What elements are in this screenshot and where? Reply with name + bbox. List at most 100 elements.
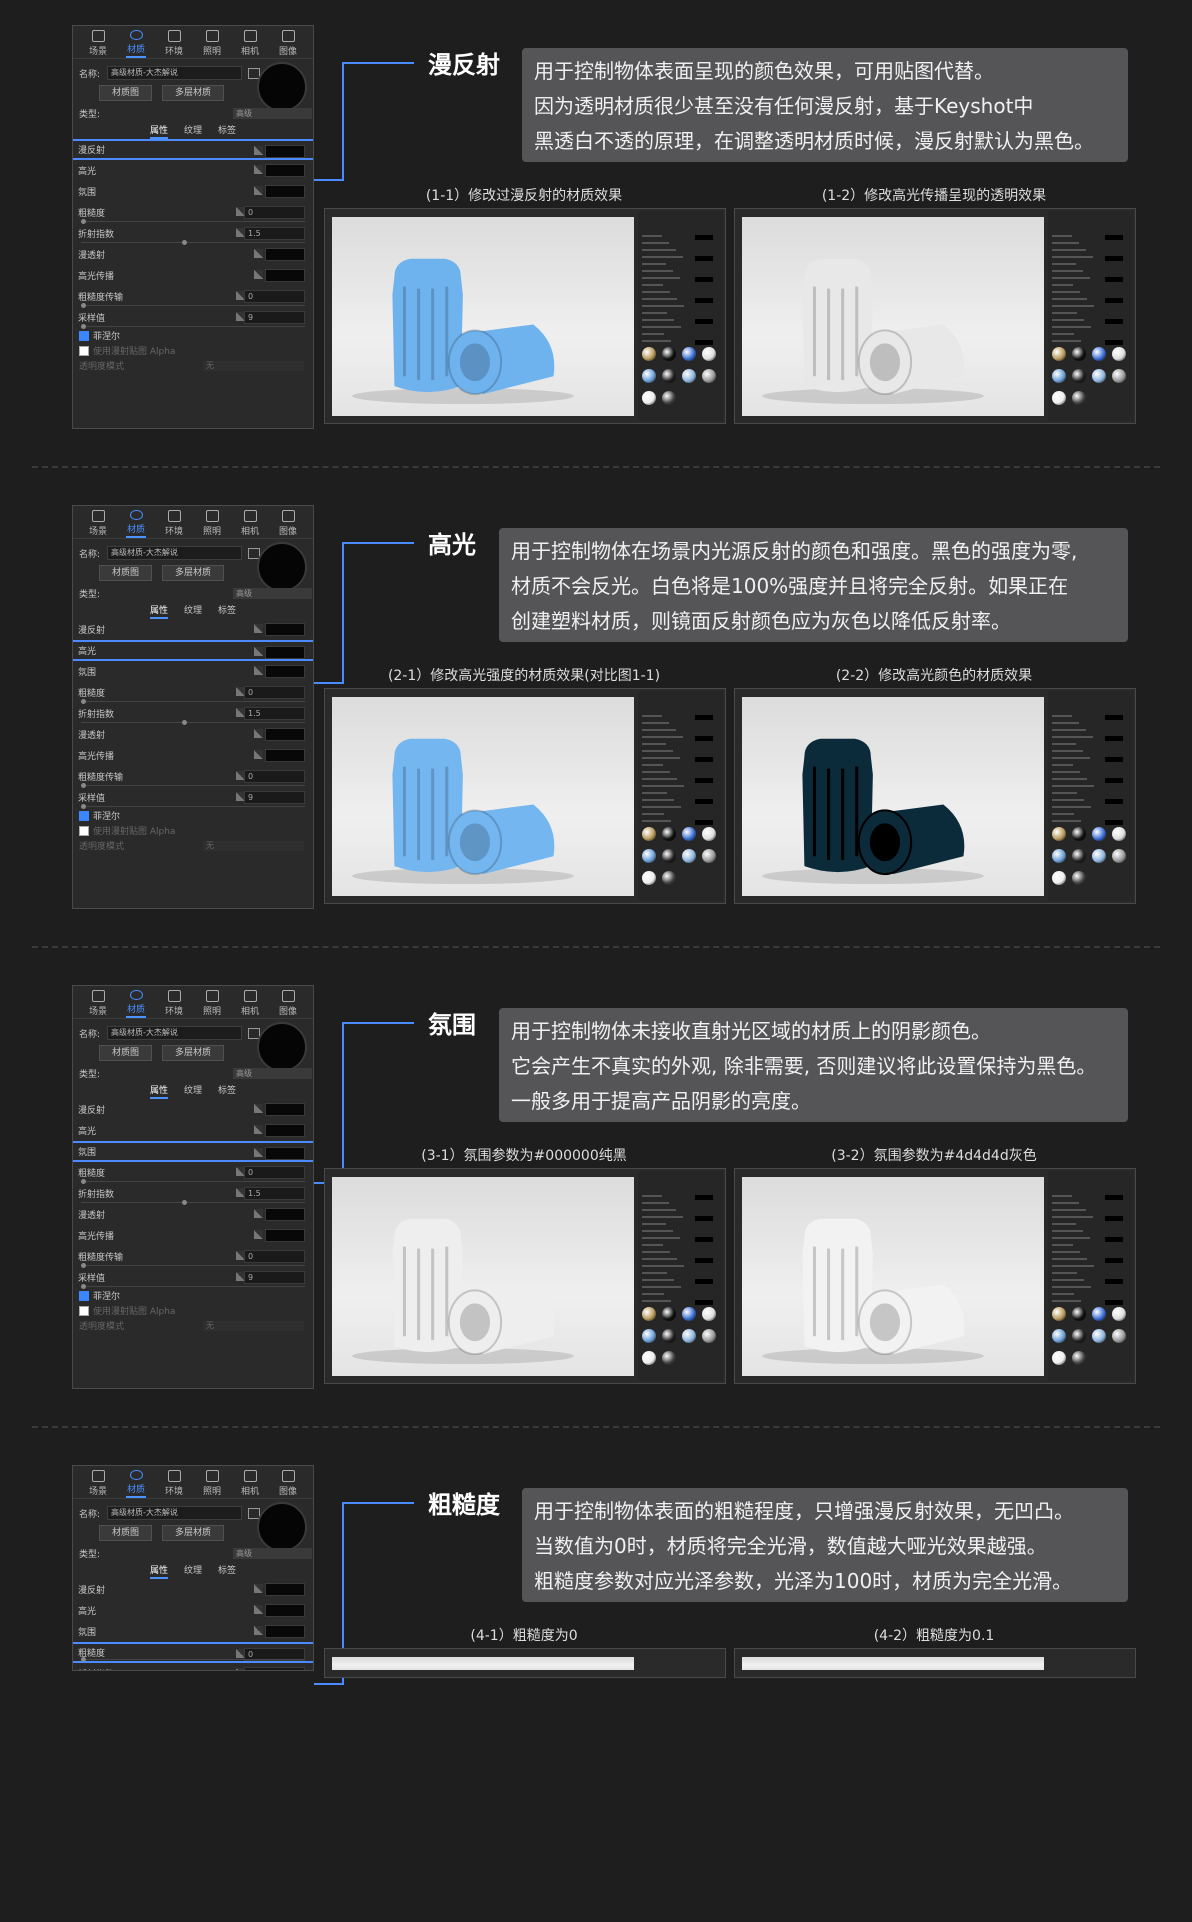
param-samples[interactable]: 采样值 9 [73, 787, 313, 809]
param-specular-transmission[interactable]: 高光传播 [73, 1225, 313, 1246]
subtab-properties[interactable]: 属性 [149, 603, 168, 619]
param-specular-transmission[interactable]: 高光传播 [73, 745, 313, 766]
texture-icon[interactable] [254, 270, 263, 279]
subtab-properties[interactable]: 属性 [149, 1083, 168, 1099]
param-slider[interactable] [81, 1179, 305, 1184]
texture-icon[interactable] [254, 647, 263, 656]
param-diffuse[interactable]: 漫反射 [73, 139, 313, 160]
alpha-checkbox-row[interactable]: 使用漫射贴图 Alpha [73, 1303, 313, 1318]
value-field[interactable]: 1.5 [244, 227, 305, 240]
color-swatch[interactable] [265, 1147, 305, 1160]
texture-icon[interactable] [254, 1605, 263, 1614]
slider-knob[interactable] [81, 324, 86, 329]
value-field[interactable]: 0 [244, 206, 305, 219]
use-alpha-checkbox[interactable] [79, 825, 89, 836]
color-swatch[interactable] [265, 749, 305, 762]
tab-environment[interactable]: 环境 [157, 510, 191, 538]
value-field[interactable]: 0 [244, 1250, 305, 1263]
color-swatch[interactable] [265, 1103, 305, 1116]
param-samples[interactable]: 采样值 9 [73, 307, 313, 329]
tab-environment[interactable]: 环境 [157, 1470, 191, 1498]
param-diffuse[interactable]: 漫反射 [73, 1099, 313, 1120]
subtab-properties[interactable]: 属性 [149, 123, 168, 139]
param-ambient[interactable]: 氛围 [73, 181, 313, 202]
slider-knob[interactable] [81, 804, 86, 809]
color-swatch[interactable] [265, 145, 305, 158]
tab-lighting[interactable]: 照明 [195, 1470, 229, 1498]
param-diffuse-transmission[interactable]: 漫透射 [73, 244, 313, 265]
material-map-button[interactable]: 材质图 [99, 1525, 153, 1541]
alpha-checkbox-row[interactable]: 使用漫射贴图 Alpha [73, 823, 313, 838]
color-swatch[interactable] [265, 665, 305, 678]
texture-icon[interactable] [254, 1584, 263, 1593]
material-name-field[interactable]: 高级材质-大杰解说 [107, 66, 242, 80]
fresnel-checkbox-row[interactable]: 菲涅尔 [73, 1288, 313, 1303]
param-slider[interactable] [81, 219, 305, 224]
value-field[interactable]: 1.5 [244, 707, 305, 720]
color-swatch[interactable] [265, 1124, 305, 1137]
texture-icon[interactable] [254, 1209, 263, 1218]
tab-material[interactable]: 材质 [119, 990, 153, 1018]
tab-lighting[interactable]: 照明 [195, 510, 229, 538]
param-roughness[interactable]: 粗糙度 0 [73, 202, 313, 224]
value-field[interactable]: 9 [244, 1271, 305, 1284]
tab-scene[interactable]: 场景 [81, 510, 115, 538]
material-name-field[interactable]: 高级材质-大杰解说 [107, 1026, 242, 1040]
subtab-texture[interactable]: 纹理 [184, 1083, 202, 1099]
fresnel-checkbox-row[interactable]: 菲涅尔 [73, 808, 313, 823]
param-ambient[interactable]: 氛围 [73, 1621, 313, 1642]
alpha-checkbox-row[interactable]: 使用漫射贴图 Alpha [73, 343, 313, 358]
tab-material[interactable]: 材质 [119, 30, 153, 58]
multi-material-button[interactable]: 多层材质 [162, 565, 225, 581]
param-ior[interactable]: 折射指数 1.5 [73, 1183, 313, 1205]
use-alpha-checkbox[interactable] [79, 1305, 89, 1316]
param-slider[interactable] [81, 303, 305, 308]
tab-image[interactable]: 图像 [271, 30, 305, 58]
param-diffuse-transmission[interactable]: 漫透射 [73, 724, 313, 745]
param-specular[interactable]: 高光 [73, 640, 313, 661]
color-swatch[interactable] [265, 623, 305, 636]
material-map-button[interactable]: 材质图 [99, 565, 153, 581]
tab-environment[interactable]: 环境 [157, 990, 191, 1018]
param-slider[interactable] [81, 240, 305, 245]
subtab-texture[interactable]: 纹理 [184, 1563, 202, 1579]
param-diffuse[interactable]: 漫反射 [73, 1579, 313, 1600]
param-diffuse-transmission[interactable]: 漫透射 [73, 1204, 313, 1225]
material-map-button[interactable]: 材质图 [99, 85, 153, 101]
param-ior[interactable]: 折射指数 1.5 [73, 223, 313, 245]
color-swatch[interactable] [265, 1229, 305, 1242]
color-swatch[interactable] [265, 646, 305, 659]
color-swatch[interactable] [265, 248, 305, 261]
param-roughness[interactable]: 粗糙度 0 [73, 1642, 313, 1663]
value-field[interactable]: 0 [244, 1166, 305, 1179]
color-swatch[interactable] [265, 1583, 305, 1596]
color-swatch[interactable] [265, 269, 305, 282]
slider-knob[interactable] [81, 1657, 86, 1662]
tab-camera[interactable]: 相机 [233, 990, 267, 1018]
color-swatch[interactable] [265, 1625, 305, 1638]
subtab-label[interactable]: 标签 [218, 1083, 236, 1099]
param-slider[interactable] [81, 1263, 305, 1268]
subtab-label[interactable]: 标签 [218, 603, 236, 619]
param-slider[interactable] [81, 699, 305, 704]
tab-scene[interactable]: 场景 [81, 30, 115, 58]
param-specular[interactable]: 高光 [73, 1600, 313, 1621]
param-roughness-transmission[interactable]: 粗糙度传输 0 [73, 286, 313, 308]
texture-icon[interactable] [254, 1125, 263, 1134]
texture-icon[interactable] [254, 186, 263, 195]
material-name-field[interactable]: 高级材质-大杰解说 [107, 546, 242, 560]
type-select[interactable]: 高级 [233, 587, 312, 599]
transparency-mode-select[interactable]: 无 [203, 1320, 304, 1331]
param-slider[interactable] [81, 1200, 305, 1205]
color-swatch[interactable] [265, 1208, 305, 1221]
param-slider[interactable] [81, 804, 305, 809]
subtab-label[interactable]: 标签 [218, 123, 236, 139]
type-select[interactable]: 高级 [233, 1547, 312, 1559]
param-slider[interactable] [81, 783, 305, 788]
param-ambient[interactable]: 氛围 [73, 1141, 313, 1162]
tab-camera[interactable]: 相机 [233, 1470, 267, 1498]
param-samples[interactable]: 采样值 9 [73, 1267, 313, 1289]
texture-icon[interactable] [254, 146, 263, 155]
tab-image[interactable]: 图像 [271, 510, 305, 538]
fresnel-checkbox[interactable] [79, 330, 89, 341]
